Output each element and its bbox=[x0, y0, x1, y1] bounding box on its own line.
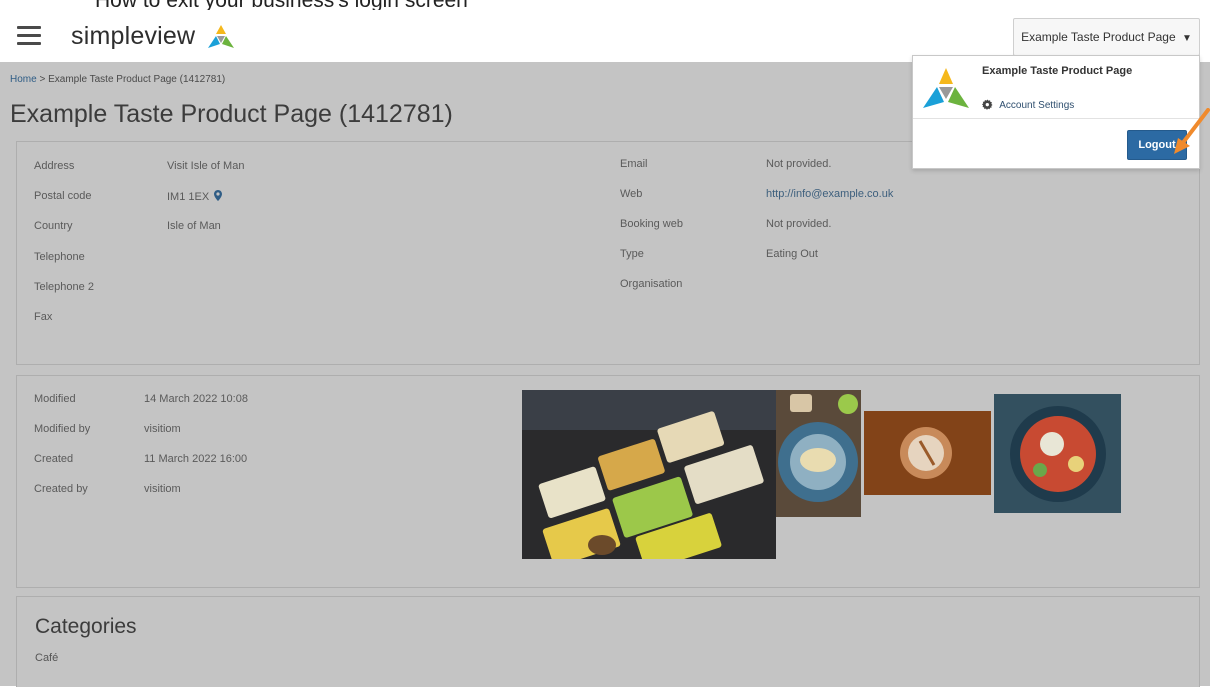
detail-label: Type bbox=[620, 248, 644, 260]
photo-salad-bowl[interactable] bbox=[994, 394, 1121, 513]
breadcrumb-separator: > bbox=[39, 74, 46, 85]
detail-label: Organisation bbox=[620, 278, 683, 290]
details-panel: Address Visit Isle of Man Postal code IM… bbox=[16, 141, 1200, 365]
dropdown-divider bbox=[913, 118, 1199, 119]
account-settings-link[interactable]: Account Settings bbox=[982, 99, 1074, 111]
detail-label: Telephone 2 bbox=[34, 281, 94, 293]
logo-text: simpleview bbox=[71, 22, 196, 50]
simpleview-logo-icon bbox=[208, 25, 234, 48]
web-link[interactable]: http://info@example.co.uk bbox=[766, 188, 893, 200]
account-dropdown: Example Taste Product Page Account Setti… bbox=[912, 55, 1200, 169]
detail-label: Fax bbox=[34, 311, 53, 323]
dropdown-account-name: Example Taste Product Page bbox=[982, 65, 1133, 77]
detail-value: IM1 1EX bbox=[167, 191, 210, 203]
meta-value: 11 March 2022 16:00 bbox=[144, 453, 248, 465]
detail-value: Visit Isle of Man bbox=[167, 160, 245, 172]
meta-label: Modified bbox=[34, 393, 76, 405]
detail-value: Isle of Man bbox=[167, 220, 221, 232]
photo-buffet[interactable] bbox=[522, 390, 776, 559]
caret-down-icon: ▼ bbox=[1181, 33, 1192, 44]
categories-panel: Categories Café bbox=[16, 596, 1200, 687]
detail-label: Booking web bbox=[620, 218, 683, 230]
annotation-arrow-icon bbox=[1174, 108, 1210, 154]
map-pin-icon[interactable] bbox=[214, 190, 223, 201]
meta-panel: Modified 14 March 2022 10:08 Modified by… bbox=[16, 375, 1200, 588]
breadcrumb-current: Example Taste Product Page (1412781) bbox=[48, 74, 226, 85]
simpleview-logo-icon bbox=[923, 68, 969, 108]
photo-fish-plate[interactable] bbox=[776, 390, 861, 517]
detail-label: Web bbox=[620, 188, 643, 200]
account-settings-label: Account Settings bbox=[999, 100, 1075, 111]
top-caption: How to exit your business's login screen bbox=[0, 0, 1210, 10]
meta-value: 14 March 2022 10:08 bbox=[144, 393, 248, 405]
meta-label: Modified by bbox=[34, 423, 91, 435]
meta-label: Created by bbox=[34, 483, 88, 495]
detail-label: Postal code bbox=[34, 190, 92, 202]
meta-value: visitiom bbox=[144, 483, 181, 495]
detail-value: Eating Out bbox=[766, 248, 818, 260]
breadcrumb-home-link[interactable]: Home bbox=[10, 74, 37, 85]
top-caption-text: How to exit your business's login screen bbox=[95, 0, 468, 10]
page-title: Example Taste Product Page (1412781) bbox=[10, 100, 453, 128]
meta-value: visitiom bbox=[144, 423, 181, 435]
gear-icon bbox=[982, 99, 993, 110]
account-menu-button[interactable]: Example Taste Product Page ▼ bbox=[1013, 18, 1200, 56]
account-name: Example Taste Product Page bbox=[1021, 30, 1176, 44]
detail-label: Telephone bbox=[34, 251, 85, 263]
categories-title: Categories bbox=[35, 615, 137, 638]
category-item: Café bbox=[35, 652, 59, 664]
detail-value: Not provided. bbox=[766, 158, 832, 170]
detail-label: Email bbox=[620, 158, 648, 170]
hamburger-menu-icon[interactable] bbox=[17, 26, 41, 46]
breadcrumb: Home > Example Taste Product Page (14127… bbox=[10, 74, 225, 85]
photo-latte[interactable] bbox=[864, 411, 991, 495]
postal-code-value: IM1 1EX bbox=[167, 190, 223, 203]
detail-label: Address bbox=[34, 160, 75, 172]
detail-label: Country bbox=[34, 220, 73, 232]
detail-value: Not provided. bbox=[766, 218, 832, 230]
meta-label: Created bbox=[34, 453, 74, 465]
